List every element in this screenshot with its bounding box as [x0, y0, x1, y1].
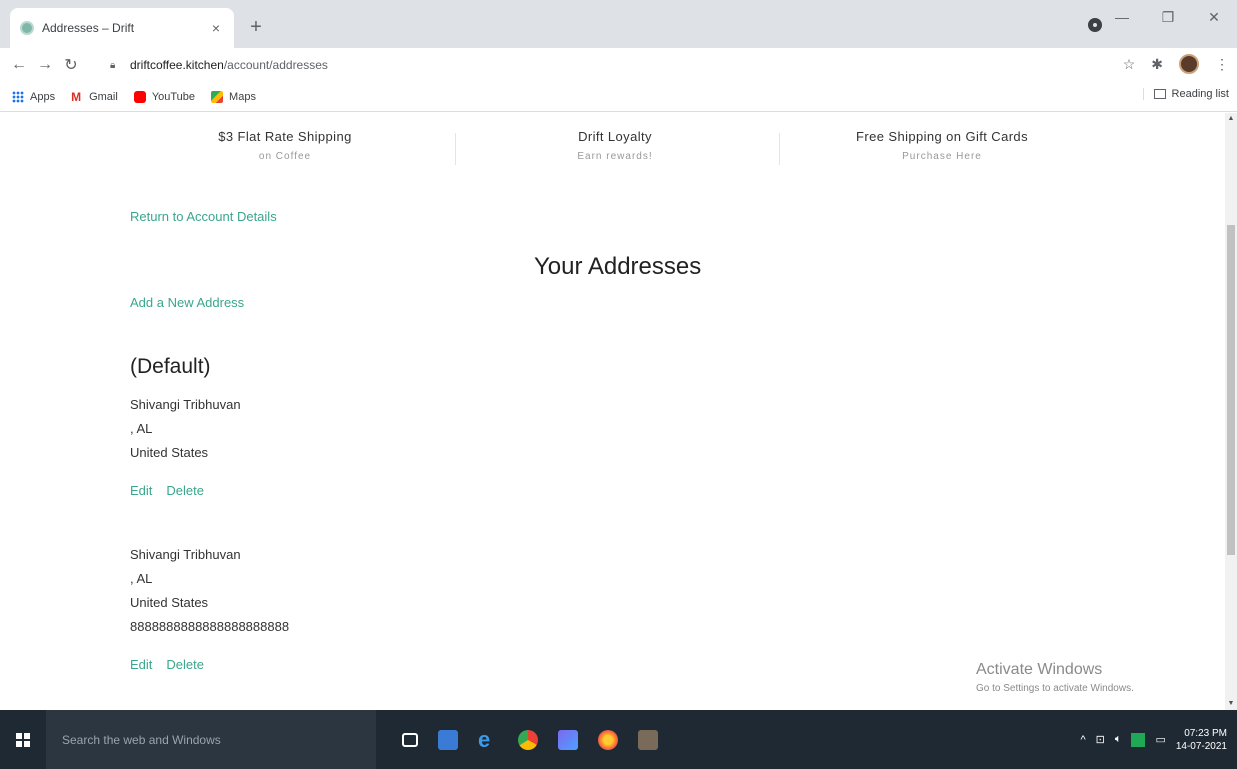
promo-title: Free Shipping on Gift Cards — [856, 129, 1028, 144]
edit-address-link[interactable]: Edit — [130, 483, 152, 498]
return-to-account-link[interactable]: Return to Account Details — [130, 209, 277, 224]
delete-address-link[interactable]: Delete — [166, 483, 204, 498]
new-tab-button[interactable]: + — [244, 16, 268, 40]
back-arrow-icon[interactable]: ← — [6, 56, 32, 74]
bookmark-youtube[interactable]: YouTube — [133, 90, 196, 103]
bookmark-star-icon[interactable]: ☆ — [1123, 56, 1136, 73]
windows-logo-icon — [16, 732, 30, 747]
gmail-icon: M — [71, 89, 82, 104]
lock-icon: 🔒︎ — [110, 59, 116, 71]
promo-divider — [455, 133, 456, 165]
address-region: , AL — [130, 571, 153, 586]
default-address-label: (Default) — [130, 355, 211, 378]
bookmark-label: Maps — [229, 90, 256, 103]
promo-subtitle: Earn rewards! — [577, 151, 653, 162]
promo-gift-cards[interactable]: Free Shipping on Gift Cards Purchase Her… — [822, 129, 1062, 162]
windows-taskbar: Search the web and Windows e ^ ⊡ 🔈︎ ▭ 07… — [0, 710, 1237, 769]
browser-toolbar: ← → ↻ 🔒︎ driftcoffee.kitchen/account/add… — [0, 48, 1237, 82]
add-new-address-link[interactable]: Add a New Address — [130, 295, 244, 310]
bookmarks-bar: Apps M Gmail YouTube Maps Reading list — [0, 82, 1237, 112]
tab-close-icon[interactable]: × — [208, 20, 224, 36]
bookmark-maps[interactable]: Maps — [211, 90, 256, 103]
watermark-title: Activate Windows — [976, 661, 1103, 678]
address-name: Shivangi Tribhuvan — [130, 397, 241, 412]
network-icon[interactable]: ⊡ — [1096, 733, 1105, 746]
browser-tab[interactable]: Addresses – Drift × — [10, 8, 234, 48]
close-window-icon[interactable]: ✕ — [1191, 9, 1237, 26]
internet-explorer-icon[interactable]: e — [478, 728, 498, 750]
reload-icon[interactable]: ↻ — [58, 55, 84, 75]
reading-list-label: Reading list — [1171, 88, 1229, 100]
taskbar-search-box[interactable]: Search the web and Windows — [46, 710, 376, 769]
tray-app-icon[interactable] — [1131, 732, 1146, 747]
address-country: United States — [130, 445, 209, 460]
address-region: , AL — [130, 421, 153, 436]
address-bar[interactable]: 🔒︎ driftcoffee.kitchen/account/addresses — [110, 52, 1110, 78]
task-view-icon[interactable] — [402, 732, 418, 747]
promo-subtitle: on Coffee — [258, 151, 312, 162]
start-button[interactable] — [0, 710, 46, 769]
scroll-up-icon[interactable]: ▲ — [1225, 113, 1237, 125]
edit-address-link[interactable]: Edit — [130, 657, 152, 672]
maximize-icon[interactable]: ❐ — [1145, 9, 1191, 26]
promo-divider — [779, 133, 780, 165]
tab-title: Addresses – Drift — [42, 21, 135, 35]
browser-menu-icon[interactable]: ⋮ — [1215, 56, 1229, 73]
url-host: driftcoffee.kitchen — [130, 58, 224, 72]
reading-list-button[interactable]: Reading list — [1142, 88, 1229, 100]
taskbar-clock[interactable]: 07:23 PM 14-07-2021 — [1176, 727, 1227, 753]
page-scrollbar[interactable]: ▲ ▼ — [1225, 113, 1237, 710]
bookmark-label: YouTube — [151, 90, 196, 103]
promo-shipping[interactable]: $3 Flat Rate Shipping on Coffee — [175, 129, 395, 162]
page-title: Your Addresses — [534, 253, 702, 280]
scroll-thumb[interactable] — [1227, 225, 1235, 555]
bookmark-apps[interactable]: Apps — [12, 90, 56, 103]
firefox-icon[interactable] — [598, 729, 618, 750]
chrome-icon[interactable] — [518, 729, 538, 750]
delete-address-link[interactable]: Delete — [166, 657, 204, 672]
address-country: United States — [130, 595, 209, 610]
address-phone: 8888888888888888888888 — [130, 619, 290, 634]
volume-icon[interactable]: 🔈︎ — [1115, 733, 1122, 746]
bookmark-gmail[interactable]: M Gmail — [71, 91, 118, 103]
tray-chevron-icon[interactable]: ^ — [1080, 734, 1085, 746]
window-controls: — ❐ ✕ — [1099, 0, 1237, 34]
file-explorer-icon[interactable] — [438, 729, 458, 750]
address-actions: Edit Delete — [130, 657, 204, 672]
page-content: $3 Flat Rate Shipping on Coffee Drift Lo… — [0, 113, 1225, 710]
address-name: Shivangi Tribhuvan — [130, 547, 241, 562]
site-favicon-icon — [20, 21, 34, 35]
youtube-icon — [133, 90, 146, 103]
app-icon[interactable] — [638, 729, 658, 750]
promo-title: Drift Loyalty — [578, 129, 652, 144]
system-tray: ^ ⊡ 🔈︎ ▭ 07:23 PM 14-07-2021 — [1080, 710, 1227, 769]
clock-date: 14-07-2021 — [1175, 740, 1227, 752]
promo-title: $3 Flat Rate Shipping — [218, 129, 352, 144]
scroll-down-icon[interactable]: ▼ — [1225, 698, 1237, 710]
extensions-puzzle-icon[interactable]: ✱ — [1151, 56, 1163, 73]
browser-tabstrip: Addresses – Drift × + — ❐ ✕ — [0, 0, 1237, 48]
watermark-subtitle: Go to Settings to activate Windows. — [976, 683, 1134, 694]
promo-loyalty[interactable]: Drift Loyalty Earn rewards! — [515, 129, 715, 162]
action-center-icon[interactable]: ▭ — [1155, 733, 1165, 746]
url-path: /account/addresses — [223, 58, 328, 72]
user-avatar[interactable] — [1179, 54, 1199, 74]
apps-grid-icon — [12, 90, 24, 103]
maps-icon — [211, 90, 224, 103]
clock-time: 07:23 PM — [1184, 727, 1227, 739]
visual-studio-icon[interactable] — [558, 729, 578, 750]
forward-arrow-icon[interactable]: → — [32, 56, 58, 74]
bookmark-label: Apps — [30, 90, 56, 103]
promo-subtitle: Purchase Here — [902, 151, 982, 162]
activate-windows-watermark: Activate Windows Go to Settings to activ… — [976, 661, 1134, 694]
reading-list-icon — [1153, 89, 1166, 99]
bookmark-label: Gmail — [89, 90, 118, 103]
minimize-icon[interactable]: — — [1099, 9, 1145, 25]
address-actions: Edit Delete — [130, 483, 204, 498]
